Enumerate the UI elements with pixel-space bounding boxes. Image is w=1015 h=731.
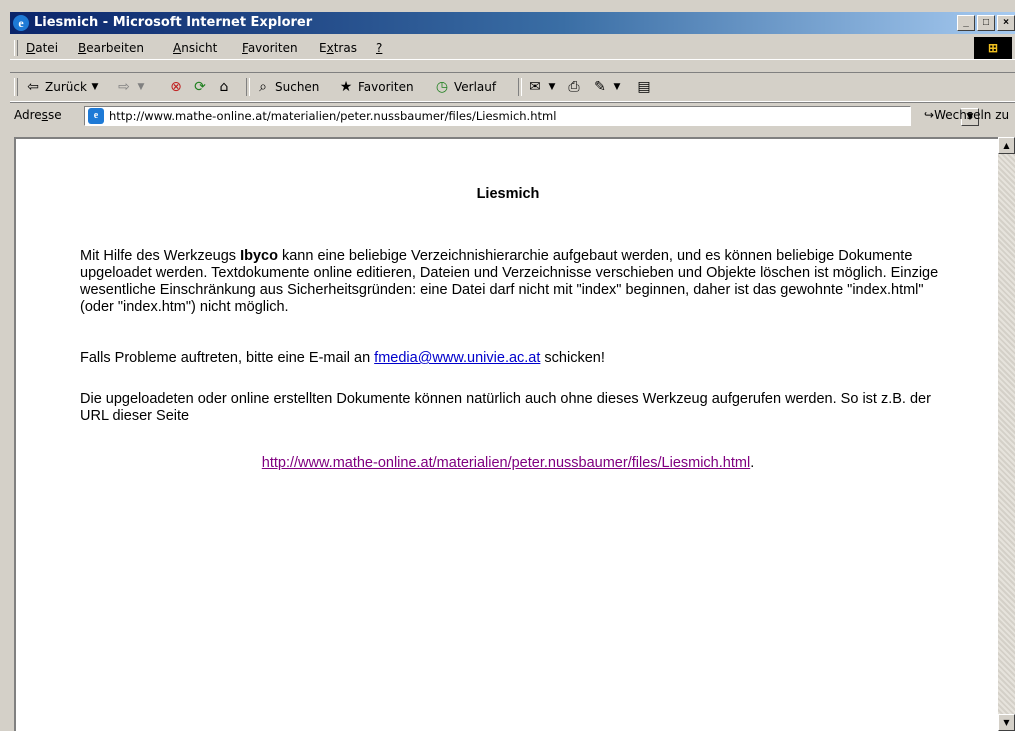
search-button[interactable]: ⌕ Suchen xyxy=(254,73,319,101)
favorites-icon: ★ xyxy=(339,79,353,95)
forward-button[interactable]: ⇨ ▼ xyxy=(115,73,146,101)
favorites-button[interactable]: ★ Favoriten xyxy=(337,73,414,101)
ie-logo-icon: e xyxy=(13,15,29,31)
page-icon: e xyxy=(88,108,104,124)
forward-arrow-icon: ⇨ xyxy=(118,79,130,95)
search-icon: ⌕ xyxy=(259,79,267,95)
back-dropdown-icon[interactable]: ▼ xyxy=(90,78,100,96)
toolbar-grip xyxy=(14,78,18,96)
paragraph-intro: Mit Hilfe des Werkzeugs Ibyco kann eine … xyxy=(80,248,939,315)
refresh-button[interactable]: ⟳ xyxy=(191,73,209,101)
scroll-up-button[interactable]: ▲ xyxy=(998,137,1015,154)
menu-favoriten[interactable]: Favoriten xyxy=(242,37,298,59)
history-icon: ◷ xyxy=(435,79,449,95)
home-icon: ⌂ xyxy=(219,79,229,95)
mail-dropdown-icon: ▼ xyxy=(548,82,556,92)
vertical-scrollbar[interactable]: ▲ ▼ xyxy=(998,137,1015,731)
address-input[interactable]: e http://www.mathe-online.at/materialien… xyxy=(84,106,979,126)
back-arrow-icon: ⇦ xyxy=(27,79,39,95)
edit-icon: ✎ xyxy=(594,79,606,95)
address-label: Adresse xyxy=(14,108,62,122)
windows-logo-icon: ⊞ xyxy=(974,37,1012,59)
scroll-down-button[interactable]: ▼ xyxy=(998,714,1015,731)
page-url-link[interactable]: http://www.mathe-online.at/materialien/p… xyxy=(262,455,750,471)
menu-ansicht[interactable]: Ansicht xyxy=(173,37,217,59)
menu-bearbeiten[interactable]: Bearbeiten xyxy=(78,37,144,59)
mail-button[interactable]: ✉ ▼ xyxy=(526,73,557,101)
refresh-icon: ⟳ xyxy=(194,79,206,95)
window-controls: _ □ × xyxy=(957,15,1015,31)
title-bar: e Liesmich - Microsoft Internet Explorer… xyxy=(10,12,1015,34)
address-url[interactable]: http://www.mathe-online.at/materialien/p… xyxy=(109,107,556,125)
mail-icon: ✉ xyxy=(529,79,541,95)
maximize-button[interactable]: □ xyxy=(977,15,995,31)
minimize-button[interactable]: _ xyxy=(957,15,975,31)
window-title: Liesmich - Microsoft Internet Explorer xyxy=(34,15,313,30)
history-button[interactable]: ◷ Verlauf xyxy=(433,73,496,101)
discuss-button[interactable]: ▤ xyxy=(635,73,653,101)
edit-button[interactable]: ✎ ▼ xyxy=(591,73,622,101)
paragraph-contact: Falls Probleme auftreten, bitte eine E-m… xyxy=(80,350,605,366)
print-button[interactable]: ⎙ xyxy=(565,73,583,101)
edit-dropdown-icon: ▼ xyxy=(613,82,621,92)
close-button[interactable]: × xyxy=(997,15,1015,31)
back-button[interactable]: ⇦ Zurück ▼ xyxy=(24,73,100,101)
page-content: Liesmich Mit Hilfe des Werkzeugs Ibyco k… xyxy=(14,137,998,731)
menubar-grip xyxy=(14,40,18,56)
menu-extras[interactable]: Extras xyxy=(319,37,357,59)
toolbar-separator xyxy=(246,78,250,96)
home-button[interactable]: ⌂ xyxy=(215,73,233,101)
stop-icon: ⊗ xyxy=(170,79,182,95)
go-arrow-icon: ↪ xyxy=(924,108,935,122)
address-bar: Adresse e http://www.mathe-online.at/mat… xyxy=(10,102,1015,127)
stop-button[interactable]: ⊗ xyxy=(167,73,185,101)
email-link[interactable]: fmedia@www.univie.ac.at xyxy=(374,350,540,366)
forward-dropdown-icon: ▼ xyxy=(137,82,145,92)
toolbar-separator xyxy=(518,78,522,96)
menu-bar: Datei Bearbeiten Ansicht Favoriten Extra… xyxy=(10,37,1015,60)
page-url-line: http://www.mathe-online.at/materialien/p… xyxy=(261,455,755,471)
menu-datei[interactable]: Datei xyxy=(26,37,58,59)
standard-toolbar: ⇦ Zurück ▼ ⇨ ▼ ⊗ ⟳ ⌂ ⌕ Suchen ★ Favorite… xyxy=(10,72,1015,102)
printer-icon: ⎙ xyxy=(568,79,580,95)
tool-name: Ibyco xyxy=(240,248,278,264)
menu-help[interactable]: ? xyxy=(376,37,382,59)
page-heading: Liesmich xyxy=(476,186,540,202)
go-button[interactable]: ↪Wechseln zu xyxy=(924,103,1009,127)
document-icon: ▤ xyxy=(637,79,651,95)
paragraph-url-info: Die upgeloadeten oder online erstellten … xyxy=(80,391,931,424)
